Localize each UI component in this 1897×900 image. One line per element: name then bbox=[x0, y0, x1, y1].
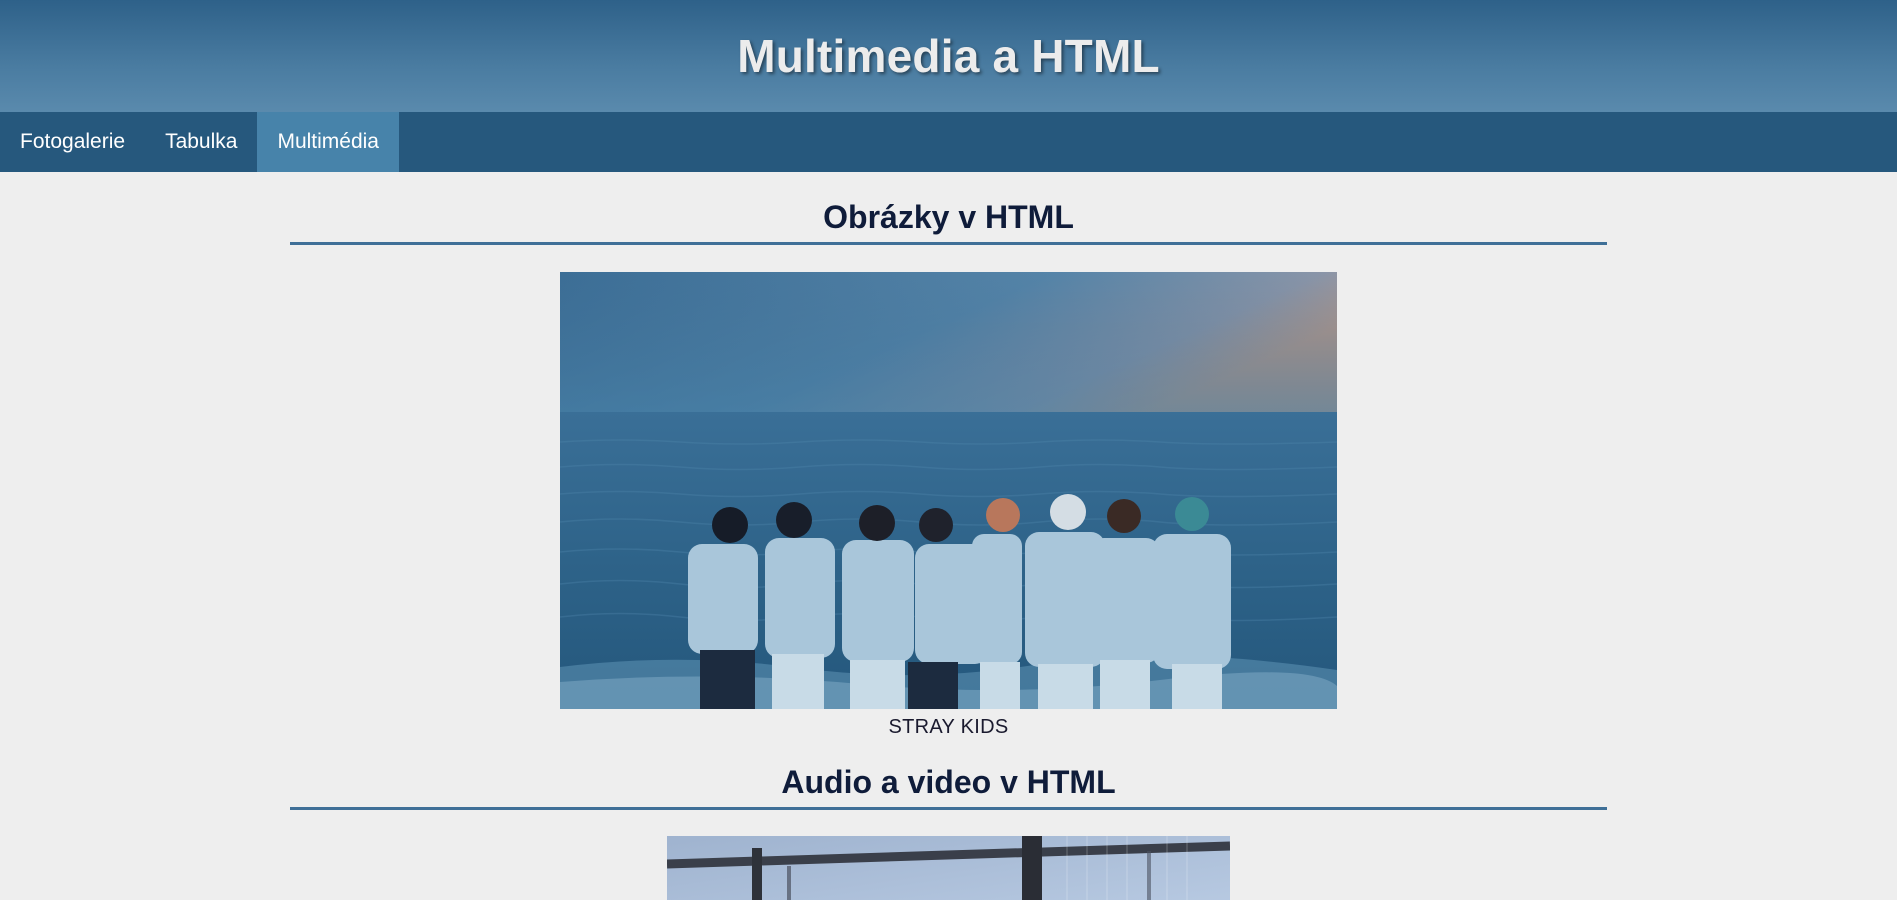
nav-item-fotogalerie[interactable]: Fotogalerie bbox=[0, 112, 145, 172]
media-section: Audio a video v HTML bbox=[290, 739, 1607, 900]
section-title-images: Obrázky v HTML bbox=[290, 172, 1607, 245]
images-section: Obrázky v HTML STRAY KIDS bbox=[290, 172, 1607, 739]
main-nav: Fotogalerie Tabulka Multimédia bbox=[0, 112, 1897, 172]
site-header: Multimedia a HTML bbox=[0, 0, 1897, 112]
main-content: Obrázky v HTML STRAY KIDS Audio a video … bbox=[290, 172, 1607, 900]
nav-item-multimedia[interactable]: Multimédia bbox=[257, 112, 399, 172]
photo-figure: STRAY KIDS bbox=[290, 272, 1607, 739]
photo-caption: STRAY KIDS bbox=[888, 716, 1009, 738]
section-title-media: Audio a video v HTML bbox=[290, 739, 1607, 810]
video-player[interactable] bbox=[667, 836, 1230, 900]
nav-item-tabulka[interactable]: Tabulka bbox=[145, 112, 257, 172]
band-photo bbox=[560, 272, 1337, 709]
page-title: Multimedia a HTML bbox=[737, 30, 1160, 82]
